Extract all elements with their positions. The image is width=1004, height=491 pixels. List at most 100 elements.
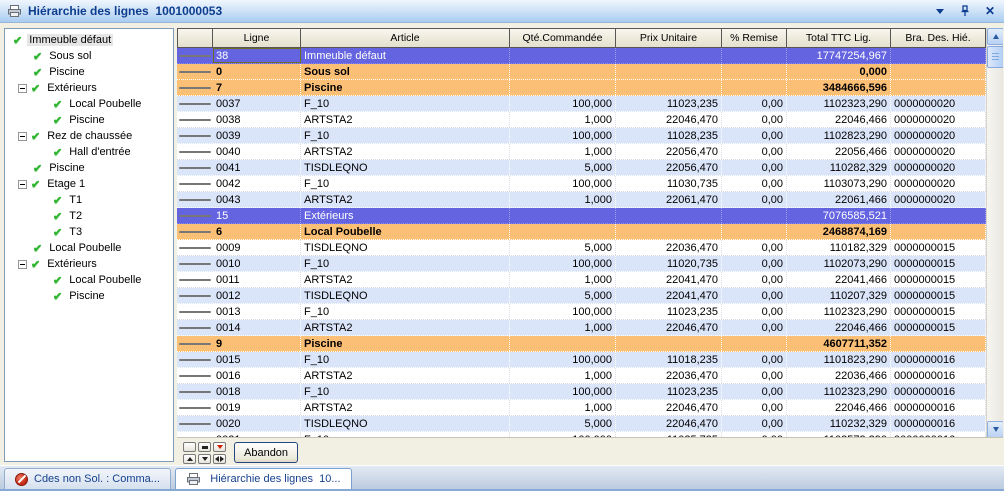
scroll-up-button[interactable] [987,28,1003,45]
row-selector[interactable] [177,400,213,415]
cell-ligne[interactable]: 0020 [213,416,301,431]
cell-bra[interactable]: 0000000015 [891,272,986,287]
cell-prix[interactable] [616,80,722,95]
cell-prix[interactable] [616,224,722,239]
table-row[interactable]: 0010F_10100,00011020,7350,001102073,2900… [177,256,986,272]
cell-article[interactable]: ARTSTA2 [301,272,510,287]
cell-article[interactable]: Extérieurs [301,208,510,223]
row-selector[interactable] [177,176,213,191]
cell-total[interactable]: 17747254,967 [787,48,891,63]
cell-article[interactable]: F_10 [301,256,510,271]
cell-remise[interactable]: 0,00 [722,112,787,127]
cell-bra[interactable]: 0000000020 [891,192,986,207]
table-row[interactable]: 0019ARTSTA21,00022046,4700,0022046,46600… [177,400,986,416]
cell-ligne[interactable]: 0043 [213,192,301,207]
table-row[interactable]: 0043ARTSTA21,00022061,4700,0022061,46600… [177,192,986,208]
row-selector[interactable] [177,384,213,399]
cell-bra[interactable] [891,48,986,63]
cell-article[interactable]: F_10 [301,432,510,438]
vertical-scrollbar[interactable] [986,28,1003,438]
cell-total[interactable]: 7076585,521 [787,208,891,223]
row-selector[interactable] [177,368,213,383]
cell-bra[interactable]: 0000000016 [891,384,986,399]
row-selector[interactable] [177,288,213,303]
cell-prix[interactable] [616,64,722,79]
table-row[interactable]: 0014ARTSTA21,00022046,4700,0022046,46600… [177,320,986,336]
cell-ligne[interactable]: 0037 [213,96,301,111]
row-selector[interactable] [177,160,213,175]
cell-ligne[interactable]: 0021 [213,432,301,438]
pin-icon[interactable] [958,4,972,18]
table-row[interactable]: 0012TISDLEQNO5,00022041,4700,00110207,32… [177,288,986,304]
column-header-2[interactable]: Article [301,28,510,48]
cell-remise[interactable]: 0,00 [722,416,787,431]
cell-remise[interactable]: 0,00 [722,320,787,335]
cell-bra[interactable]: 0000000016 [891,416,986,431]
tree-node[interactable]: ✔Piscine [5,112,173,128]
row-selector[interactable] [177,240,213,255]
cell-article[interactable]: TISDLEQNO [301,288,510,303]
cell-article[interactable]: TISDLEQNO [301,160,510,175]
cell-qte[interactable] [510,224,616,239]
cell-bra[interactable]: 0000000016 [891,352,986,367]
cell-article[interactable]: ARTSTA2 [301,368,510,383]
table-row[interactable]: 9Piscine4607711,352 [177,336,986,352]
cell-total[interactable]: 1102323,290 [787,96,891,111]
row-selector[interactable] [177,320,213,335]
cell-prix[interactable]: 11023,235 [616,384,722,399]
cell-qte[interactable]: 100,000 [510,256,616,271]
cell-total[interactable]: 110232,329 [787,416,891,431]
cell-ligne[interactable]: 0042 [213,176,301,191]
scroll-thumb[interactable] [987,46,1003,68]
scroll-down-button[interactable] [987,421,1003,438]
tree-node[interactable]: ✔Sous sol [5,48,173,64]
cell-bra[interactable]: 0000000020 [891,144,986,159]
cell-ligne[interactable]: 0 [213,64,301,79]
column-header-7[interactable]: Bra. Des. Hié. [891,28,986,48]
cell-ligne[interactable]: 0040 [213,144,301,159]
nav-left-right-button[interactable] [213,454,226,464]
cell-bra[interactable]: 0000000015 [891,240,986,255]
tab-cdes-non-sol[interactable]: Cdes non Sol. : Comma... [4,468,171,489]
cell-total[interactable]: 1102823,290 [787,128,891,143]
tree-node[interactable]: ✔Piscine [5,288,173,304]
cell-qte[interactable]: 100,000 [510,384,616,399]
cell-total[interactable]: 22036,466 [787,368,891,383]
cell-article[interactable]: ARTSTA2 [301,112,510,127]
column-header-4[interactable]: Prix Unitaire [616,28,722,48]
cell-article[interactable]: F_10 [301,304,510,319]
cell-bra[interactable]: 0000000015 [891,256,986,271]
cell-remise[interactable]: 0,00 [722,96,787,111]
tree-node[interactable]: ✔Piscine [5,160,173,176]
cell-total[interactable]: 22046,466 [787,400,891,415]
cell-article[interactable]: F_10 [301,96,510,111]
row-selector[interactable] [177,192,213,207]
cell-prix[interactable]: 11020,735 [616,256,722,271]
row-selector[interactable] [177,336,213,351]
table-row[interactable]: 0041TISDLEQNO5,00022056,4700,00110282,32… [177,160,986,176]
cell-qte[interactable] [510,80,616,95]
cell-total[interactable]: 110182,329 [787,240,891,255]
table-row[interactable]: 0021F_10100,00011025,7350,001102573,2900… [177,432,986,438]
cell-article[interactable]: TISDLEQNO [301,240,510,255]
cell-remise[interactable]: 0,00 [722,144,787,159]
row-selector[interactable] [177,272,213,287]
cell-ligne[interactable]: 15 [213,208,301,223]
cell-total[interactable]: 1103073,290 [787,176,891,191]
cell-bra[interactable]: 0000000020 [891,128,986,143]
row-selector[interactable] [177,64,213,79]
column-header-6[interactable]: Total TTC Lig. [787,28,891,48]
row-selector[interactable] [177,304,213,319]
cell-remise[interactable]: 0,00 [722,272,787,287]
cell-total[interactable]: 1102323,290 [787,304,891,319]
cell-ligne[interactable]: 0039 [213,128,301,143]
cell-qte[interactable]: 100,000 [510,96,616,111]
row-selector[interactable] [177,144,213,159]
tab-hierarchie-lignes[interactable]: Hiérarchie des lignes 10... [175,468,352,489]
cell-total[interactable]: 1101823,290 [787,352,891,367]
tree-node[interactable]: ✔Extérieurs [5,80,173,96]
cell-ligne[interactable]: 0041 [213,160,301,175]
cell-prix[interactable]: 22046,470 [616,416,722,431]
cell-ligne[interactable]: 38 [213,48,301,63]
table-row[interactable]: 0018F_10100,00011023,2350,001102323,2900… [177,384,986,400]
